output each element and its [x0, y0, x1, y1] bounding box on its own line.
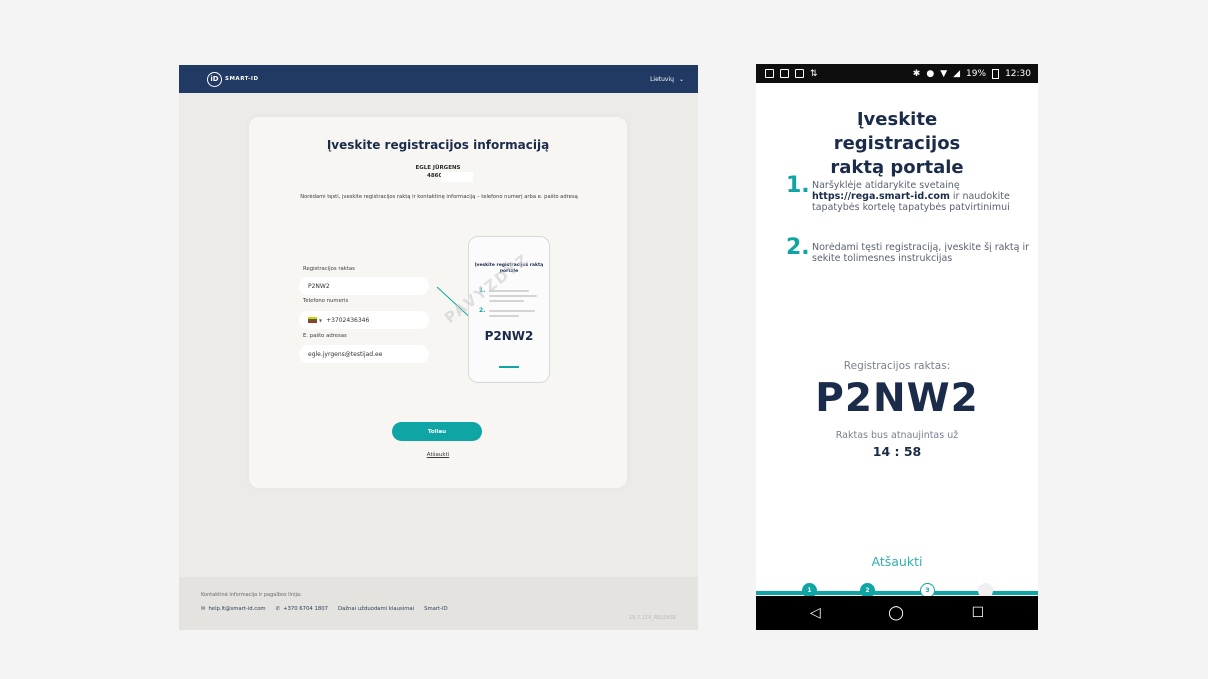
preview-registration-code: P2NW2: [484, 329, 534, 343]
brand-name: SMART-ID: [225, 76, 259, 82]
registration-key-label: Registracijos raktas: [303, 266, 355, 272]
footer-faq-link[interactable]: Dažnai užduodami klausimai: [338, 606, 414, 612]
redacted-code-mask: [441, 172, 473, 182]
preview-text-line: [489, 315, 519, 317]
mobile-title: Įveskite registracijos raktą portale: [830, 109, 964, 178]
next-button[interactable]: Toliau: [392, 422, 482, 441]
mail-icon: ✉: [201, 606, 206, 612]
clock: 12:30: [1005, 68, 1031, 79]
recent-apps-icon[interactable]: ☐: [972, 605, 985, 621]
phone-number-label: Telefono numeris: [303, 298, 349, 304]
footer-contact-title: Kontaktinė informacija ir pagalbos linij…: [201, 592, 302, 598]
language-label: Lietuvių: [650, 75, 674, 83]
registration-key-label: Registracijos raktas:: [843, 360, 951, 372]
cancel-button[interactable]: Atšaukti: [756, 554, 1038, 569]
chevron-down-icon[interactable]: ▼: [319, 318, 322, 323]
registration-key-code: P2NW2: [815, 376, 979, 421]
wifi-icon: ▼: [940, 68, 948, 79]
preview-text-line: [489, 295, 537, 297]
smart-id-logo-icon: iD: [207, 71, 222, 87]
portal-url: https://rega.smart-id.com: [812, 191, 950, 202]
do-not-disturb-icon: ●: [926, 68, 935, 79]
phone-number-input[interactable]: ▼ +3702436346: [299, 311, 429, 329]
smart-id-logo[interactable]: iD SMART-ID: [207, 71, 259, 87]
preview-text-line: [489, 300, 524, 302]
app-version: 19.7.124_RELEASE: [628, 615, 676, 621]
android-navigation-bar: ◁ ◯ ☐: [756, 596, 1038, 630]
footer-email-link[interactable]: ✉ help.lt@smart-id.com: [201, 606, 266, 612]
preview-progress-bar: [499, 366, 519, 368]
lithuania-flag-icon[interactable]: [308, 317, 317, 323]
preview-text-line: [489, 310, 535, 312]
registration-card: Įveskite registracijos informaciją EGLE …: [249, 117, 627, 488]
phone-preview-image: Įveskite registracijos raktą portale 1. …: [468, 236, 550, 383]
phone-number-value: +3702436346: [326, 316, 370, 324]
battery-icon: [992, 68, 1000, 79]
android-phone-view: ⇅ ✱ ● ▼ ◢ 19% 12:30 Įveskite registracij…: [756, 64, 1038, 630]
step-2-text: Norėdami tęsti registraciją, įveskite šį…: [812, 242, 1030, 264]
top-navigation-bar: iD SMART-ID Lietuvių ⌄: [179, 65, 698, 93]
cancel-link[interactable]: Atšaukti: [249, 452, 627, 458]
battery-percent: 19%: [966, 68, 987, 79]
step-2-number: 2.: [786, 235, 810, 260]
countdown-timer: 14 : 58: [872, 444, 922, 459]
sync-icon: ⇅: [810, 68, 818, 79]
step-1: 1. Naršyklėje atidarykite svetainę https…: [786, 173, 1032, 214]
app-icon: [795, 69, 804, 78]
footer-smart-id-link[interactable]: Smart-ID: [424, 606, 448, 612]
registration-key-input[interactable]: P2NW2: [299, 277, 429, 295]
step-1-number: 1.: [786, 173, 810, 198]
bluetooth-icon: ✱: [912, 68, 921, 79]
gallery-icon: [780, 69, 789, 78]
step-1-text: Naršyklėje atidarykite svetainę https://…: [812, 180, 1010, 213]
email-label: E. pašto adresas: [303, 333, 347, 339]
chevron-down-icon: ⌄: [678, 75, 684, 83]
user-name: EGLE JÜRGENS: [415, 165, 461, 171]
status-bar: ⇅ ✱ ● ▼ ◢ 19% 12:30: [756, 64, 1038, 83]
language-selector[interactable]: Lietuvių ⌄: [650, 76, 684, 83]
desktop-browser-view: iD SMART-ID Lietuvių ⌄ Įveskite registra…: [179, 65, 698, 630]
email-input[interactable]: egle.jyrgens@testijad.ee: [299, 345, 429, 363]
instructions-text: Norėdami tęsti, įveskite registracijos r…: [300, 194, 578, 200]
footer: Kontaktinė informacija ir pagalbos linij…: [179, 577, 698, 630]
page-title: Įveskite registracijos informaciją: [326, 138, 550, 152]
signal-icon: ◢: [953, 68, 961, 79]
home-icon[interactable]: ◯: [888, 605, 904, 621]
progress-track: [756, 591, 1038, 595]
phone-icon: ✆: [275, 606, 281, 612]
back-icon[interactable]: ◁: [810, 605, 821, 621]
notification-icon: [765, 69, 774, 78]
key-renew-label: Raktas bus atnaujintas už: [835, 430, 959, 441]
preview-step-2-number: 2.: [479, 307, 486, 314]
step-2: 2. Norėdami tęsti registraciją, įveskite…: [786, 235, 1032, 265]
footer-links: ✉ help.lt@smart-id.com ✆ +370 6704 1807 Da…: [201, 606, 676, 612]
footer-phone-link[interactable]: ✆ +370 6704 1807: [276, 606, 328, 612]
